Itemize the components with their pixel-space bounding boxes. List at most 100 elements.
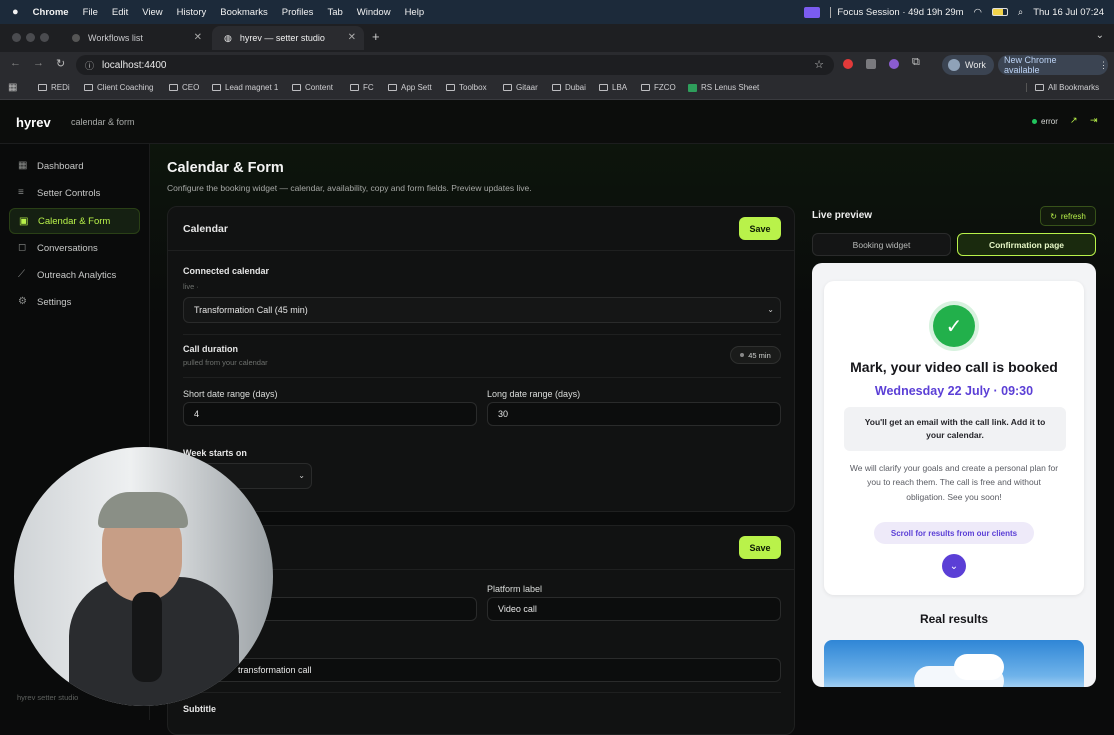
dot-icon: [740, 353, 745, 357]
window-min-dot[interactable]: [26, 33, 35, 42]
menu-tab[interactable]: Tab: [327, 7, 342, 18]
bookmark-label: RS Lenus Sheet: [701, 83, 760, 92]
search-icon[interactable]: ⌕: [1018, 7, 1023, 18]
menu-bookmarks[interactable]: Bookmarks: [220, 7, 268, 18]
browser-tabstrip: Workflows list ✕ ◍ hyrev — setter studio…: [0, 24, 1114, 52]
page-subtitle: Configure the booking widget — calendar,…: [167, 183, 532, 193]
short-range-input[interactable]: 4: [183, 402, 477, 426]
window-close-dot[interactable]: [12, 33, 21, 42]
all-bookmarks[interactable]: All Bookmarks: [1026, 83, 1099, 92]
bookmark-item[interactable]: App Sett: [388, 83, 432, 92]
extension-photo-icon[interactable]: [866, 59, 876, 69]
calendar-save-button[interactable]: Save: [739, 217, 781, 240]
bookmark-item[interactable]: FZCO: [641, 83, 676, 92]
sidebar-item-calendar-form[interactable]: ▣ Calendar & Form: [9, 208, 140, 234]
sidebar-item-settings[interactable]: ⚙ Settings: [9, 289, 140, 315]
kebab-menu-icon[interactable]: ⋮: [1099, 60, 1108, 71]
divider: [183, 334, 781, 335]
menu-window[interactable]: Window: [357, 7, 391, 18]
sidebar-item-setter-controls[interactable]: ≡ Setter Controls: [9, 180, 140, 206]
results-image: [824, 640, 1084, 687]
sidebar-item-conversations[interactable]: ◻ Conversations: [9, 235, 140, 261]
platform-label-input[interactable]: Video call: [487, 597, 781, 621]
refresh-button[interactable]: ↻ refresh: [1040, 206, 1096, 226]
puzzle-icon[interactable]: ⧉: [912, 56, 920, 69]
menu-app[interactable]: Chrome: [33, 7, 69, 18]
update-label: New Chrome available: [1004, 55, 1057, 75]
update-chrome-button[interactable]: New Chrome available ⋮: [998, 55, 1108, 75]
menu-file[interactable]: File: [83, 7, 98, 18]
connected-calendar-select[interactable]: Transformation Call (45 min) ⌄: [183, 297, 781, 323]
folder-icon: [169, 84, 178, 91]
window-max-dot[interactable]: [40, 33, 49, 42]
menu-view[interactable]: View: [142, 7, 162, 18]
bookmark-item[interactable]: REDi: [38, 83, 70, 92]
bookmark-item[interactable]: CEO: [169, 83, 199, 92]
forward-icon[interactable]: →: [33, 57, 44, 69]
duration-value: 45 min: [748, 350, 771, 360]
menu-help[interactable]: Help: [405, 7, 425, 18]
sidebar-item-outreach-analytics[interactable]: ⟋ Outreach Analytics: [9, 262, 140, 288]
bookmark-item[interactable]: Client Coaching: [84, 83, 153, 92]
screen-record-icon[interactable]: [804, 6, 821, 18]
extension-purple-icon[interactable]: [889, 59, 899, 69]
main-content: Calendar & Form Configure the booking wi…: [150, 144, 1114, 735]
tab-search-icon[interactable]: ⌄: [1096, 30, 1104, 41]
wifi-icon[interactable]: ◠: [974, 7, 982, 18]
sidebar-item-label: Conversations: [37, 242, 98, 254]
bookmark-item[interactable]: FC: [350, 83, 374, 92]
input-value: Video call: [498, 604, 537, 614]
bookmark-item[interactable]: Dubai: [552, 83, 586, 92]
profile-button[interactable]: Work: [942, 55, 994, 75]
bookmark-item[interactable]: Toolbox: [446, 83, 487, 92]
form-save-button[interactable]: Save: [739, 536, 781, 559]
menu-profiles[interactable]: Profiles: [282, 7, 314, 18]
site-info-icon[interactable]: ⓘ: [85, 59, 94, 72]
new-tab-icon[interactable]: +: [372, 29, 380, 44]
apple-icon[interactable]: ●: [12, 6, 19, 18]
tab-workflows[interactable]: Workflows list ✕: [60, 26, 210, 50]
folder-icon: [1035, 84, 1044, 91]
status-badge: error: [1041, 117, 1058, 126]
tab-booking-widget[interactable]: Booking widget: [812, 233, 951, 256]
tab-confirmation-page[interactable]: Confirmation page: [957, 233, 1096, 256]
apps-grid-icon[interactable]: ▦: [8, 82, 17, 93]
menubar-datetime[interactable]: Thu 16 Jul 07:24: [1033, 7, 1104, 18]
menu-edit[interactable]: Edit: [112, 7, 128, 18]
app-logo[interactable]: hyrev: [16, 115, 51, 130]
tab-hyrev[interactable]: ◍ hyrev — setter studio ✕: [212, 26, 364, 50]
bookmark-item[interactable]: Gitaar: [503, 83, 538, 92]
bookmark-item[interactable]: RS Lenus Sheet: [688, 83, 759, 92]
reload-icon[interactable]: ↻: [56, 57, 65, 70]
external-link-icon[interactable]: ↗: [1070, 115, 1078, 126]
folder-icon: [641, 84, 650, 91]
extension-red-icon[interactable]: [843, 59, 853, 69]
back-icon[interactable]: ←: [10, 57, 21, 69]
confirmation-headline: Mark, your video call is booked: [850, 359, 1058, 375]
menu-history[interactable]: History: [177, 7, 207, 18]
star-icon[interactable]: ☆: [814, 58, 824, 71]
close-icon[interactable]: ✕: [194, 32, 202, 43]
title-input[interactable]: transformation call: [183, 658, 781, 682]
bookmark-item[interactable]: Lead magnet 1: [212, 83, 278, 92]
cloud-shape: [954, 654, 1004, 680]
sidebar-item-label: Calendar & Form: [38, 215, 111, 227]
cap-shape: [98, 492, 188, 528]
bookmark-item[interactable]: LBA: [599, 83, 627, 92]
divider: [183, 377, 781, 378]
focus-session[interactable]: Focus Session · 49d 19h 29m: [830, 6, 964, 18]
long-range-input[interactable]: 30: [487, 402, 781, 426]
sidebar-item-dashboard[interactable]: ▦ Dashboard: [9, 153, 140, 179]
logout-icon[interactable]: ⇥: [1090, 115, 1098, 126]
gear-icon: ⚙: [18, 296, 27, 307]
globe-icon: ◍: [224, 32, 232, 43]
bookmark-item[interactable]: Content: [292, 83, 333, 92]
battery-icon[interactable]: [991, 8, 1008, 16]
folder-icon: [350, 84, 359, 91]
chevron-down-icon[interactable]: ⌄: [942, 554, 966, 578]
scroll-results-pill[interactable]: Scroll for results from our clients: [874, 522, 1034, 544]
url-bar[interactable]: ⓘ localhost:4400 ☆: [76, 55, 834, 75]
close-icon[interactable]: ✕: [348, 32, 356, 43]
browser-toolbar: ← → ↻ ⓘ localhost:4400 ☆ ⧉ Work New Chro…: [0, 52, 1114, 78]
header-section: calendar & form: [71, 117, 135, 127]
